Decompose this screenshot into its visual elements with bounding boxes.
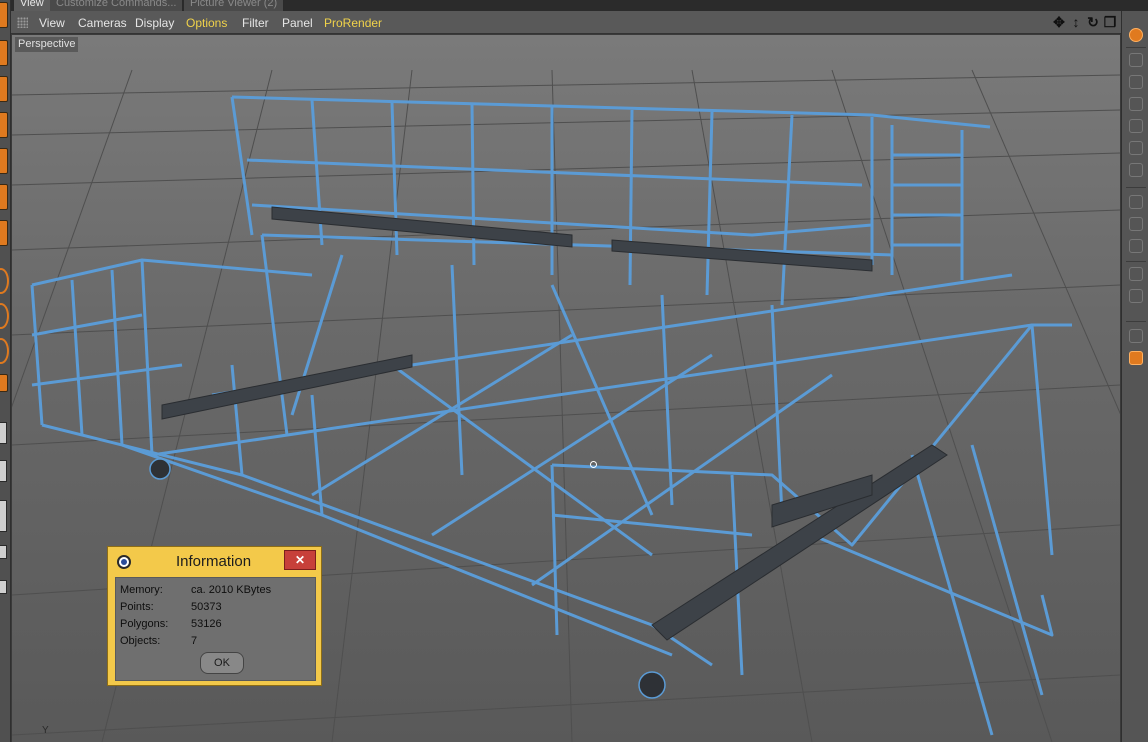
dialog-body: Memory: ca. 2010 KBytes Points: 50373 Po… xyxy=(115,577,316,681)
tool-icon[interactable] xyxy=(1129,97,1143,111)
menu-options[interactable]: Options xyxy=(186,15,227,31)
info-key: Points: xyxy=(120,601,154,613)
info-key: Memory: xyxy=(120,584,163,596)
menu-filter[interactable]: Filter xyxy=(242,15,269,31)
tool-icon[interactable] xyxy=(0,2,8,28)
info-value: ca. 2010 KBytes xyxy=(191,584,272,596)
maximize-view-icon[interactable]: ❐ xyxy=(1103,14,1117,31)
tool-icon[interactable] xyxy=(1129,53,1143,67)
left-toolbar xyxy=(0,0,11,742)
info-key: Polygons: xyxy=(120,618,169,630)
tool-icon[interactable] xyxy=(0,580,7,594)
rotate-view-icon[interactable]: ↻ xyxy=(1086,14,1100,31)
tool-icon[interactable] xyxy=(1129,329,1143,343)
move-view-icon[interactable]: ✥ xyxy=(1052,14,1066,31)
close-button[interactable]: ✕ xyxy=(284,550,316,570)
tool-icon[interactable] xyxy=(1129,163,1143,177)
menu-view[interactable]: View xyxy=(39,15,65,31)
tool-icon[interactable] xyxy=(0,184,8,210)
dialog-title: Information xyxy=(176,553,252,570)
tab-customize-commands[interactable]: Customize Commands... xyxy=(50,0,184,11)
tool-icon[interactable] xyxy=(0,500,7,532)
right-toolbar xyxy=(1121,11,1148,742)
info-value: 53126 xyxy=(191,618,222,630)
info-value: 7 xyxy=(191,635,198,647)
tool-icon[interactable] xyxy=(1129,267,1143,281)
menu-display[interactable]: Display xyxy=(135,15,174,31)
tool-icon[interactable] xyxy=(1129,289,1143,303)
tool-icon[interactable] xyxy=(0,374,8,392)
dialog-titlebar[interactable]: Information ✕ xyxy=(108,547,321,575)
pan-view-icon[interactable]: ↕ xyxy=(1069,14,1083,31)
tool-icon[interactable] xyxy=(0,76,8,102)
tool-icon[interactable] xyxy=(0,460,7,482)
tool-icon[interactable] xyxy=(1129,239,1143,253)
menu-panel[interactable]: Panel xyxy=(282,15,313,31)
tool-icon[interactable] xyxy=(1129,195,1143,209)
camera-label[interactable]: Perspective xyxy=(15,37,79,52)
menu-prorender[interactable]: ProRender xyxy=(324,15,382,31)
ok-button[interactable]: OK xyxy=(200,652,244,674)
tab-strip: View Customize Commands... Picture Viewe… xyxy=(0,0,1148,11)
tool-icon[interactable] xyxy=(0,40,8,66)
mouse-cursor xyxy=(590,461,597,468)
snap-icon[interactable] xyxy=(1129,28,1143,42)
tool-icon[interactable] xyxy=(1129,119,1143,133)
info-key: Objects: xyxy=(120,635,161,647)
tool-icon[interactable] xyxy=(0,112,8,138)
tool-icon[interactable] xyxy=(0,220,8,246)
tool-icon[interactable] xyxy=(0,422,7,444)
tab-picture-viewer[interactable]: Picture Viewer (2) xyxy=(184,0,285,11)
tab-view[interactable]: View xyxy=(14,0,51,11)
tool-icon[interactable] xyxy=(1129,141,1143,155)
menu-cameras[interactable]: Cameras xyxy=(78,15,127,31)
view-nav-icons: ✥ ↕ ↻ ❐ xyxy=(1052,14,1117,31)
tool-icon[interactable] xyxy=(0,545,7,559)
tool-icon[interactable] xyxy=(0,148,8,174)
info-value: 50373 xyxy=(191,601,222,613)
ring-tool-icon[interactable] xyxy=(0,338,9,364)
tool-icon[interactable] xyxy=(1129,351,1143,365)
tool-icon[interactable] xyxy=(1129,75,1143,89)
cinema4d-app-icon xyxy=(117,555,131,569)
ring-tool-icon[interactable] xyxy=(0,268,9,294)
axis-y-label: Y xyxy=(42,725,49,736)
tool-icon[interactable] xyxy=(1129,217,1143,231)
grip-icon[interactable] xyxy=(17,17,28,28)
information-dialog: Information ✕ Memory: ca. 2010 KBytes Po… xyxy=(107,546,322,686)
viewport-menubar: View Cameras Display Options Filter Pane… xyxy=(11,11,1121,34)
ring-tool-icon[interactable] xyxy=(0,303,9,329)
